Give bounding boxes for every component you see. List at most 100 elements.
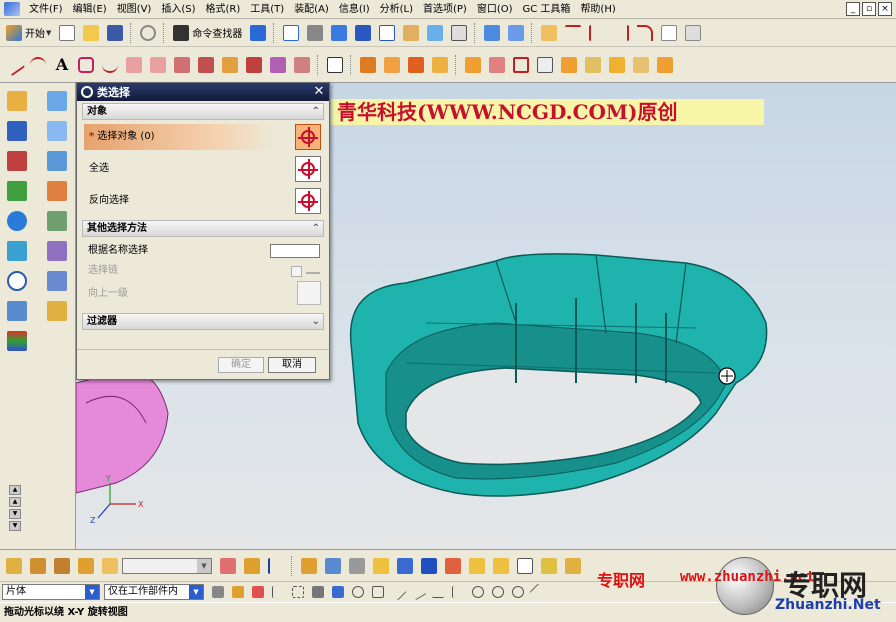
polygon-button[interactable] xyxy=(75,54,97,76)
curve-button[interactable] xyxy=(562,22,584,44)
wcs-button[interactable] xyxy=(481,22,503,44)
cube-view-button[interactable] xyxy=(247,22,269,44)
select-chain-checkbox[interactable] xyxy=(291,266,302,277)
snap-tool-10[interactable] xyxy=(442,555,464,577)
snap-center-icon-btn[interactable] xyxy=(490,584,506,600)
menu-assemblies[interactable]: 装配(A) xyxy=(289,0,334,19)
roles-tab[interactable] xyxy=(5,329,29,353)
select-all-row[interactable]: 全选 xyxy=(82,154,324,184)
fillet-curve-button[interactable] xyxy=(634,22,656,44)
point-button[interactable] xyxy=(510,54,532,76)
filter-tool-5[interactable] xyxy=(290,584,306,600)
filter-tool-1[interactable] xyxy=(210,584,226,600)
isoparm-curve-button[interactable] xyxy=(291,54,313,76)
trim-button[interactable] xyxy=(586,22,608,44)
snap-tool-7[interactable] xyxy=(370,555,392,577)
up-one-level-button[interactable] xyxy=(297,281,321,305)
selection-scope-combo[interactable]: ▼ xyxy=(122,557,212,574)
menu-preferences[interactable]: 首选项(P) xyxy=(418,0,472,19)
snap-tool-9[interactable] xyxy=(418,555,440,577)
wrap-curve-button[interactable] xyxy=(267,54,289,76)
invert-selection-row[interactable]: 反向选择 xyxy=(82,186,324,216)
snap-tool-14[interactable] xyxy=(538,555,560,577)
ok-button[interactable]: 确定 xyxy=(218,357,264,373)
wcs-orient-button[interactable] xyxy=(505,22,527,44)
menu-analysis[interactable]: 分析(L) xyxy=(375,0,418,19)
save-button[interactable] xyxy=(104,22,126,44)
scroll-down-arrow[interactable]: ▼ xyxy=(9,509,21,519)
unite-button[interactable] xyxy=(405,54,427,76)
menu-information[interactable]: 信息(I) xyxy=(334,0,375,19)
surface-tool-3[interactable] xyxy=(45,149,69,173)
menu-tools[interactable]: 工具(T) xyxy=(245,0,289,19)
filter-tool-4[interactable] xyxy=(270,584,286,600)
snap-tool-6[interactable] xyxy=(346,555,368,577)
block-button[interactable] xyxy=(558,54,580,76)
snap-cross-icon-btn[interactable] xyxy=(529,583,547,601)
selection-range-combo[interactable]: 仅在工作部件内 ▼ xyxy=(104,584,204,600)
sheet-button[interactable] xyxy=(658,22,680,44)
filter-tool-2[interactable] xyxy=(230,584,246,600)
spline-button[interactable] xyxy=(99,54,121,76)
join-curve-button[interactable] xyxy=(147,54,169,76)
filter-section-header[interactable]: 过滤器 ⌄ xyxy=(82,313,324,330)
snap-line-icon-btn[interactable] xyxy=(389,583,407,601)
render-style-button[interactable] xyxy=(304,22,326,44)
type-filter-combo[interactable]: 片体 ▼ xyxy=(2,584,100,600)
cylinder-button[interactable] xyxy=(582,54,604,76)
restore-button[interactable]: ▫ xyxy=(862,2,876,16)
undo-button[interactable] xyxy=(137,22,159,44)
snap-circle-icon-btn[interactable] xyxy=(470,584,486,600)
close-window-button[interactable]: × xyxy=(878,2,892,16)
other-methods-section-header[interactable]: 其他选择方法 ⌃ xyxy=(82,220,324,237)
surface-tool-5[interactable] xyxy=(45,209,69,233)
bridge-curve-button[interactable] xyxy=(123,54,145,76)
feature-tool-1[interactable] xyxy=(3,555,25,577)
arc-button[interactable] xyxy=(27,54,49,76)
snap-end-icon-btn[interactable] xyxy=(350,584,366,600)
snap-tool-15[interactable] xyxy=(562,555,584,577)
part-navigator-tab[interactable] xyxy=(5,149,29,173)
web-browser-tab[interactable] xyxy=(5,209,29,233)
intersect-curve-button[interactable] xyxy=(195,54,217,76)
sketch-button[interactable] xyxy=(538,22,560,44)
menu-gc-toolkit[interactable]: GC 工具箱 xyxy=(518,0,576,19)
dialog-close-button[interactable]: ✕ xyxy=(311,84,327,99)
select-object-button[interactable] xyxy=(295,124,321,150)
wireframe-cube-button[interactable] xyxy=(376,22,398,44)
snap-arrow-icon-btn[interactable] xyxy=(450,584,466,600)
invert-selection-button[interactable] xyxy=(295,188,321,214)
menu-view[interactable]: 视图(V) xyxy=(112,0,157,19)
history-tab[interactable] xyxy=(5,239,29,263)
extrude-button[interactable] xyxy=(357,54,379,76)
datum-axis-button[interactable] xyxy=(486,54,508,76)
shell-button[interactable] xyxy=(654,54,676,76)
edit-object-display-button[interactable] xyxy=(424,22,446,44)
feature-tool-3[interactable] xyxy=(51,555,73,577)
select-by-name-input[interactable] xyxy=(270,244,320,258)
subtract-button[interactable] xyxy=(429,54,451,76)
menu-insert[interactable]: 插入(S) xyxy=(156,0,200,19)
orient-view-button[interactable] xyxy=(328,22,350,44)
snap-mid-icon-btn[interactable] xyxy=(370,584,386,600)
cone-button[interactable] xyxy=(606,54,628,76)
snap-tool-1[interactable] xyxy=(217,555,239,577)
shaded-cube-button[interactable] xyxy=(352,22,374,44)
start-button[interactable]: 开始 ▼ xyxy=(2,22,55,44)
offset-curve-button[interactable] xyxy=(610,22,632,44)
scroll-top-arrow[interactable]: ▲ xyxy=(9,485,21,495)
menu-window[interactable]: 窗口(O) xyxy=(472,0,518,19)
filter-tool-6[interactable] xyxy=(310,584,326,600)
constraint-navigator-tab[interactable] xyxy=(5,119,29,143)
snap-tan-icon-btn[interactable] xyxy=(409,583,427,601)
line-button[interactable] xyxy=(2,53,26,76)
snap-tool-2[interactable] xyxy=(241,555,263,577)
menu-edit[interactable]: 编辑(E) xyxy=(68,0,112,19)
rectangle-button[interactable] xyxy=(324,54,346,76)
new-file-button[interactable] xyxy=(56,22,78,44)
feature-tool-5[interactable] xyxy=(99,555,121,577)
project-curve-button[interactable] xyxy=(171,54,193,76)
command-finder-button[interactable]: 命令查找器 xyxy=(169,24,246,41)
background-button[interactable] xyxy=(448,22,470,44)
object-section-header[interactable]: 对象 ⌃ xyxy=(82,103,324,120)
